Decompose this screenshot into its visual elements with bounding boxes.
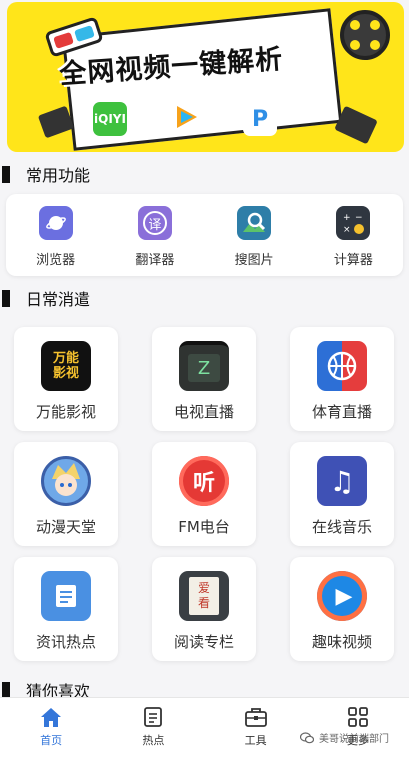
music-glyph: ♫ [329, 464, 355, 498]
tile-label: FM电台 [178, 518, 230, 536]
radio-glyph: 听 [192, 471, 215, 496]
tile-fm-radio[interactable]: 听 FM电台 [152, 442, 256, 546]
section-title-leisure: 日常消遣 [0, 286, 90, 310]
play-icon: ▶ [317, 571, 367, 621]
grid-icon [347, 707, 368, 727]
tile-fun-video[interactable]: ▶ 趣味视频 [290, 557, 394, 661]
book-icon: 爱 看 [179, 571, 229, 621]
play-glyph: ▶ [335, 583, 353, 609]
pptv-logo-icon: P [243, 102, 277, 136]
tile-music[interactable]: ♫ 在线音乐 [290, 442, 394, 546]
tile-anime[interactable]: 动漫天堂 [14, 442, 118, 546]
svg-text:−: − [355, 213, 363, 223]
common-item-label: 搜图片 [234, 253, 274, 268]
nav-item-hot[interactable]: 热点 [102, 698, 204, 757]
tv-screen-glyph: Z [188, 354, 220, 382]
nav-item-tools[interactable]: 工具 [205, 698, 307, 757]
tencent-video-logo-icon [169, 100, 203, 134]
section-title-text: 常用功能 [26, 166, 91, 185]
basketball-icon [317, 341, 367, 391]
translate-icon: 译 [137, 206, 172, 240]
iqiyi-logo-icon: iQIYI [93, 102, 127, 136]
tile-sports-live[interactable]: 体育直播 [290, 327, 394, 431]
section-title-text: 日常消遣 [26, 290, 91, 309]
tile-label: 体育直播 [311, 403, 372, 421]
bottom-navigation: 首页 热点 工具 更多 [0, 697, 409, 757]
music-note-icon: ♫ [317, 456, 367, 506]
common-item-image-search[interactable]: 搜图片 [205, 194, 304, 276]
tile-news[interactable]: 资讯热点 [14, 557, 118, 661]
tile-reading[interactable]: 爱 看 阅读专栏 [152, 557, 256, 661]
common-item-label: 翻译器 [135, 253, 175, 268]
common-item-calculator[interactable]: + − × 计算器 [304, 194, 403, 276]
svg-text:×: × [343, 225, 351, 235]
tile-movies[interactable]: 万能 影视 万能影视 [14, 327, 118, 431]
tile-label: 阅读专栏 [173, 633, 234, 651]
nav-item-more[interactable]: 更多 [307, 698, 409, 757]
common-item-label: 浏览器 [36, 253, 76, 268]
tv-icon: Z [179, 341, 229, 391]
movie-icon: 万能 影视 [41, 341, 91, 391]
common-item-browser[interactable]: 浏览器 [6, 194, 105, 276]
calculator-icon: + − × [336, 206, 371, 240]
common-item-label: 计算器 [333, 253, 373, 268]
hot-list-icon [144, 707, 163, 727]
anime-avatar-icon [41, 456, 91, 506]
news-icon [41, 571, 91, 621]
browser-icon [38, 206, 73, 240]
promo-banner[interactable]: 全网视频一键解析 iQIYI P [7, 2, 404, 152]
common-functions-card: 浏览器 译 翻译器 搜图片 + − × 计算器 [6, 194, 403, 276]
watermark-text: 美哥说前端部门 [319, 734, 389, 745]
tile-label: 动漫天堂 [35, 518, 96, 536]
toolbox-icon [244, 708, 267, 727]
tile-label: 在线音乐 [311, 518, 372, 536]
nav-label: 首页 [40, 734, 63, 747]
image-search-icon [237, 206, 272, 240]
tile-label: 趣味视频 [311, 633, 372, 651]
section-title-common: 常用功能 [0, 162, 90, 186]
section-marker [2, 289, 10, 307]
tile-label: 电视直播 [173, 403, 234, 421]
nav-item-home[interactable]: 首页 [0, 698, 102, 757]
book-glyph: 爱 看 [189, 577, 219, 615]
nav-label: 工具 [244, 734, 267, 747]
section-marker [2, 165, 10, 183]
svg-text:+: + [343, 213, 351, 223]
home-icon [41, 708, 62, 727]
common-item-translate[interactable]: 译 翻译器 [105, 194, 204, 276]
nav-label: 热点 [142, 734, 165, 747]
translate-glyph: 译 [142, 211, 167, 235]
radio-icon: 听 [179, 456, 229, 506]
section-marker [2, 681, 10, 699]
tile-tv-live[interactable]: Z 电视直播 [152, 327, 256, 431]
wechat-icon [300, 731, 314, 743]
wechat-watermark: 美哥说前端部门 [300, 730, 389, 745]
tile-label: 资讯热点 [35, 633, 96, 651]
tile-label: 万能影视 [35, 403, 96, 421]
